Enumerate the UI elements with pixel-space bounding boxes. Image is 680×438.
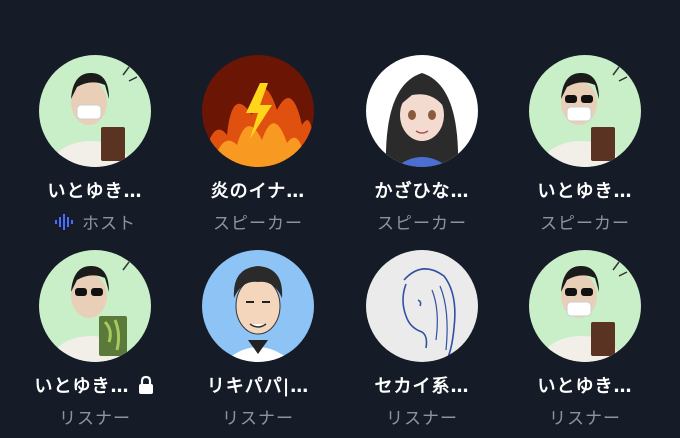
participant-role: スピーカー bbox=[377, 214, 467, 234]
avatar-woman-mask-sunglasses[interactable] bbox=[529, 55, 641, 167]
participant-card[interactable]: セカイ系… リスナー bbox=[342, 250, 502, 429]
participant-name: 炎のイナ… bbox=[210, 181, 306, 202]
participant-card[interactable]: いとゆき… リスナー bbox=[15, 250, 175, 429]
participant-role: リスナー bbox=[59, 409, 131, 429]
participant-grid: いとゆき… ホスト 炎のイナ… スピーカー かざひな… スピーカー いとゆき… … bbox=[0, 0, 680, 438]
participant-card[interactable]: いとゆき… リスナー bbox=[505, 250, 665, 429]
participant-role: リスナー bbox=[386, 409, 458, 429]
participant-card[interactable]: いとゆき… ホスト bbox=[15, 55, 175, 234]
participant-name: いとゆき… bbox=[47, 181, 143, 202]
participant-name: セカイ系… bbox=[374, 376, 470, 397]
avatar-anime-girl[interactable] bbox=[366, 55, 478, 167]
avatar-woman-sunglasses-book[interactable] bbox=[529, 250, 641, 362]
audio-wave-icon bbox=[55, 213, 73, 230]
participant-role: ホスト bbox=[82, 214, 136, 234]
participant-card[interactable]: かざひな… スピーカー bbox=[342, 55, 502, 234]
participant-card[interactable]: いとゆき… スピーカー bbox=[505, 55, 665, 234]
participant-card[interactable]: 炎のイナ… スピーカー bbox=[178, 55, 338, 234]
avatar-woman-mask-book[interactable] bbox=[39, 55, 151, 167]
avatar-woman-sunglasses-plant[interactable] bbox=[39, 250, 151, 362]
participant-name: かざひな… bbox=[374, 181, 470, 202]
participant-role: リスナー bbox=[549, 409, 621, 429]
avatar-line-drawing[interactable] bbox=[366, 250, 478, 362]
participant-name: リキパパ|… bbox=[206, 376, 310, 397]
participant-card[interactable]: リキパパ|… リスナー bbox=[178, 250, 338, 429]
participant-role: リスナー bbox=[222, 409, 294, 429]
participant-name: いとゆき… bbox=[34, 376, 130, 397]
lock-icon bbox=[138, 375, 153, 394]
participant-role: スピーカー bbox=[213, 214, 303, 234]
participant-name: いとゆき… bbox=[537, 376, 633, 397]
avatar-man-illustration[interactable] bbox=[202, 250, 314, 362]
participant-role: スピーカー bbox=[540, 214, 630, 234]
participant-name: いとゆき… bbox=[537, 181, 633, 202]
avatar-fire-lightning[interactable] bbox=[202, 55, 314, 167]
